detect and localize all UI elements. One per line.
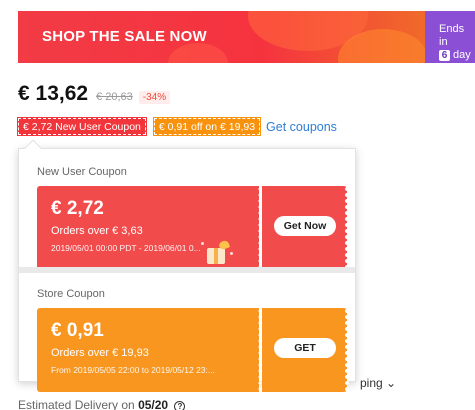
help-icon[interactable]: ? — [174, 401, 186, 410]
banner-main[interactable]: SHOP THE SALE NOW — [18, 11, 428, 63]
banner-countdown: Ends in 6 day — [425, 11, 475, 63]
sale-banner[interactable]: SHOP THE SALE NOW Ends in 6 day — [18, 11, 475, 63]
new-user-coupon-section-title: New User Coupon — [37, 166, 127, 178]
new-user-coupon-tag[interactable]: € 2,72 New User Coupon — [17, 117, 147, 136]
coupon-tags-row: € 2,72 New User Coupon € 0,91 off on € 1… — [17, 117, 337, 136]
get-coupons-link[interactable]: Get coupons — [266, 120, 337, 134]
coupon-validity: From 2019/05/05 22:00 to 2019/05/12 23:.… — [51, 365, 215, 375]
coupon-body: € 0,91 Orders over € 19,93 From 2019/05/… — [37, 308, 259, 392]
countdown-days: 6 day — [439, 49, 475, 62]
store-coupon-card: € 0,91 Orders over € 19,93 From 2019/05/… — [37, 308, 350, 392]
coupon-body: € 2,72 Orders over € 3,63 2019/05/01 00:… — [37, 186, 259, 270]
price-row: € 13,62 € 20,63 -34% — [18, 82, 171, 106]
get-now-button[interactable]: Get Now — [274, 216, 336, 236]
coupon-action-area: GET — [262, 308, 350, 392]
coupon-amount: € 0,91 — [51, 320, 104, 341]
estimated-delivery: Estimated Delivery on 05/20 ? — [18, 398, 186, 410]
coupon-edge — [344, 186, 350, 270]
popup-caret — [24, 139, 42, 157]
current-price: € 13,62 — [18, 82, 89, 105]
coupon-action-area: Get Now — [262, 186, 350, 270]
banner-title: SHOP THE SALE NOW — [42, 28, 207, 45]
coupon-condition: Orders over € 3,63 — [51, 225, 143, 237]
shipping-dropdown[interactable]: ping ⌄ — [360, 376, 396, 390]
banner-decoration — [168, 43, 228, 63]
get-button[interactable]: GET — [274, 338, 336, 358]
new-user-coupon-card: € 2,72 Orders over € 3,63 2019/05/01 00:… — [37, 186, 350, 270]
coupon-amount: € 2,72 — [51, 198, 104, 219]
shipping-label: ping — [360, 376, 383, 390]
countdown-label: Ends in — [439, 23, 465, 48]
store-coupon-tag[interactable]: € 0,91 off on € 19,93 — [152, 117, 262, 136]
coupon-condition: Orders over € 19,93 — [51, 347, 149, 359]
store-coupon-section-title: Store Coupon — [37, 288, 105, 300]
chevron-down-icon: ⌄ — [386, 376, 397, 390]
countdown-days-label: day — [453, 49, 471, 61]
original-price: € 20,63 — [96, 91, 133, 103]
discount-badge: -34% — [138, 91, 171, 104]
coupons-popup: New User Coupon € 2,72 Orders over € 3,6… — [18, 139, 356, 392]
coupon-edge — [344, 308, 350, 392]
delivery-date: 05/20 — [138, 398, 169, 410]
section-divider — [19, 267, 355, 273]
countdown-days-number: 6 — [439, 50, 450, 61]
delivery-label: Estimated Delivery on — [18, 398, 135, 410]
gift-icon — [199, 238, 235, 266]
